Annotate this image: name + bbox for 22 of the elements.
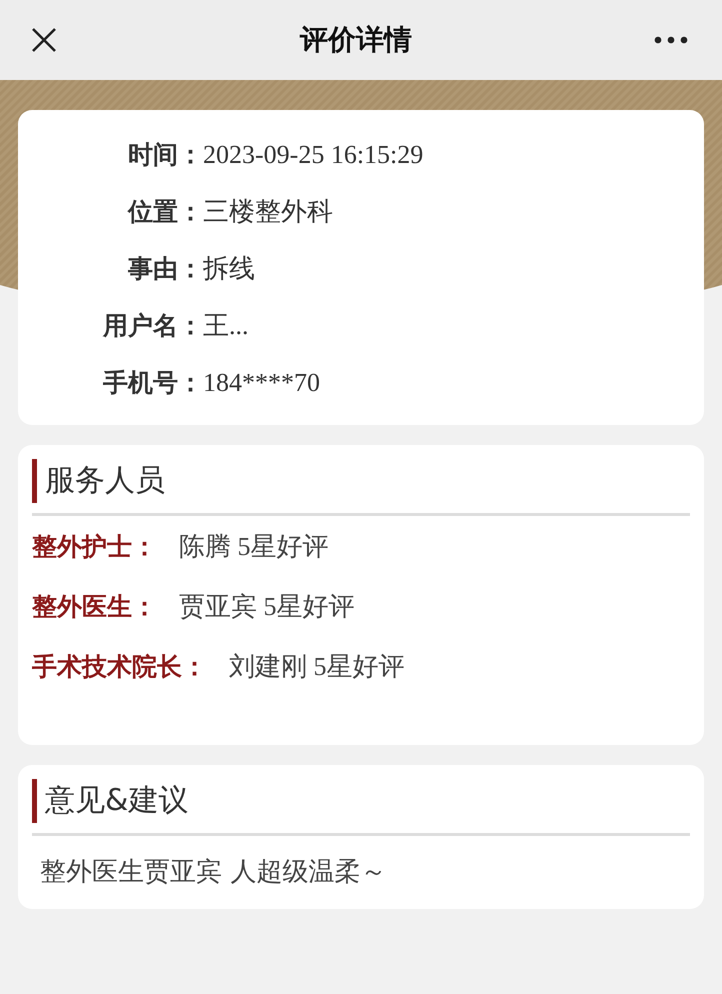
field-label: 手机号：	[102, 367, 203, 399]
staff-rating: 刘建刚 5星好评	[229, 650, 404, 682]
field-value: 2023-09-25 16:15:29	[203, 140, 424, 170]
field-label: 位置：	[126, 196, 203, 228]
field-value: 王...	[203, 310, 248, 342]
staff-role: 整外医生：	[32, 590, 157, 622]
staff-rating: 贾亚宾 5星好评	[179, 590, 354, 622]
field-value: 184****70	[203, 368, 320, 398]
close-icon	[30, 26, 58, 54]
staff-role: 手术技术院长：	[32, 650, 207, 682]
more-icon	[654, 36, 688, 44]
section-title: 服务人员	[32, 459, 690, 503]
field-label: 时间：	[127, 139, 203, 171]
field-label: 事由：	[127, 253, 203, 285]
suggestion-text: 整外医生贾亚宾 人超级温柔～	[39, 856, 388, 889]
section-title: 意见&建议	[32, 779, 690, 823]
staff-role: 整外护士：	[32, 530, 157, 562]
field-value: 拆线	[203, 253, 255, 285]
staff-rating: 陈腾 5星好评	[179, 530, 328, 562]
field-value: 三楼整外科	[203, 196, 333, 228]
page-title: 评价详情	[300, 22, 412, 58]
field-label: 用户名：	[102, 310, 203, 342]
